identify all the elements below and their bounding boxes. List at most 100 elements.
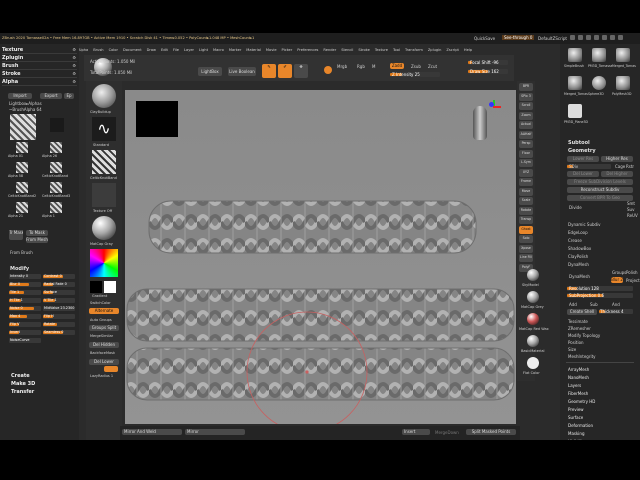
mirror-button[interactable]: Mirror	[185, 429, 245, 435]
modify-slider[interactable]: Surface	[43, 290, 75, 295]
menu-item[interactable]: Document	[123, 48, 142, 54]
geometry-item[interactable]: Dynamic Subdiv	[568, 222, 601, 230]
tool-thumb[interactable]: PM3D_Plane3D	[564, 102, 588, 128]
modify-slider[interactable]: Blur 0	[9, 282, 41, 287]
matcap-red-wax-icon[interactable]	[527, 313, 539, 325]
menu-item[interactable]: Movie	[266, 48, 277, 54]
modify-slider[interactable]: Contrast 0	[43, 274, 75, 279]
flat-color-icon[interactable]	[527, 357, 539, 369]
mrgb-label[interactable]: Mrgb	[337, 64, 347, 69]
geometry-list-item[interactable]: Tessimate	[568, 319, 600, 326]
lightbox-alphas[interactable]: Lightbox▸Alphas	[9, 101, 42, 106]
geometry-header[interactable]: Geometry	[568, 148, 596, 154]
tray-group[interactable]: Brush ⚙	[2, 62, 77, 70]
shelf-button[interactable]: Move	[519, 187, 533, 196]
subpalette-item[interactable]: ArrayMesh	[568, 367, 595, 375]
geometry-item[interactable]: Crease	[568, 238, 601, 246]
create-item[interactable]: Transfer	[11, 389, 35, 397]
icon-4[interactable]	[594, 35, 599, 40]
tool-thumb[interactable]: Merged_Tornasse1	[564, 74, 588, 100]
modify-slider[interactable]: NoiseCurve	[9, 338, 41, 343]
split-masked-button[interactable]: Split Masked Points	[466, 429, 516, 435]
subpalette-item[interactable]: Masking	[568, 431, 595, 439]
menu-item[interactable]: File	[173, 48, 179, 54]
modify-slider[interactable]: H Tile 1	[9, 298, 41, 303]
icon-5[interactable]	[602, 35, 607, 40]
geometry-list-item[interactable]: Modify Topology	[568, 333, 600, 340]
backface-mask[interactable]: BackfaceMask	[90, 351, 115, 356]
menu-item[interactable]: Stencil	[341, 48, 353, 54]
quicksave-button[interactable]: QuickSave	[474, 36, 495, 41]
basic-material-icon[interactable]	[527, 335, 539, 347]
dynamesh-button[interactable]: DynaMesh	[569, 274, 590, 279]
see-through-slider[interactable]: See-through 0	[502, 35, 535, 40]
alpha-thumb[interactable]: CelticKnotBand2	[8, 182, 38, 200]
shelf-button[interactable]: XYZ	[519, 168, 533, 177]
texture-off-icon[interactable]	[92, 183, 116, 207]
export-button[interactable]: Export	[40, 93, 62, 99]
shelf-button[interactable]: Solo	[519, 235, 533, 243]
insert-button[interactable]: Insert	[402, 429, 430, 435]
shelf-button[interactable]: Zoom	[519, 111, 533, 120]
menu-item[interactable]: Preferences	[297, 48, 318, 54]
shelf-button[interactable]: Ghost	[519, 225, 533, 234]
shelf-button[interactable]: SPix 3	[519, 92, 533, 101]
switch-color[interactable]: SwitchColor	[90, 301, 111, 306]
move-button[interactable]: ✥	[294, 64, 308, 78]
from-brush-button[interactable]: From Brush	[10, 250, 33, 255]
matcap-grey-icon[interactable]	[527, 291, 539, 303]
zadd-toggle[interactable]: Zadd	[390, 63, 404, 69]
del-lower-button[interactable]: Del Lower	[89, 359, 119, 365]
alpha-thumb[interactable]: Alpha 26	[42, 142, 72, 160]
document-canvas[interactable]	[125, 90, 516, 424]
menu-item[interactable]: Stroke	[358, 48, 369, 54]
alpha-thumb[interactable]: Alpha 58	[8, 162, 38, 180]
clay-buildup-brush-icon[interactable]	[92, 84, 116, 108]
subpalette-item[interactable]: FiberMesh	[568, 391, 595, 399]
alpha-thumb-main[interactable]	[10, 114, 36, 140]
shelf-button[interactable]: Actual	[519, 121, 533, 129]
menu-item[interactable]: Zplugin	[428, 48, 442, 54]
shelf-button[interactable]: BPR	[519, 83, 533, 91]
groups-split-button[interactable]: Groups Split	[89, 325, 119, 331]
cage-button[interactable]: Cage	[615, 164, 625, 169]
convert-bpr-button[interactable]: Convert BPR To Geo	[567, 195, 633, 201]
tr-mask-button[interactable]: Tr Mask	[9, 230, 23, 240]
menu-item[interactable]: Edit	[161, 48, 168, 54]
modify-slider[interactable]: V Tile 1	[43, 298, 75, 303]
subpalette-item[interactable]: Visibility	[568, 439, 595, 440]
color-picker-icon[interactable]	[90, 249, 118, 277]
shelf-button[interactable]: AAHalf	[519, 130, 533, 139]
modify-slider[interactable]: MidValue 23.2300	[43, 306, 75, 311]
subpalette-item[interactable]: Geometry HD	[568, 399, 595, 407]
modify-slider[interactable]: Flip V	[9, 322, 41, 327]
reconstruct-subdiv-button[interactable]: Reconstruct Subdiv	[567, 187, 633, 193]
del-lower-button-r[interactable]: Del Lower	[567, 171, 599, 177]
merge-similar[interactable]: MergeSimilar	[90, 334, 113, 339]
menu-item[interactable]: Texture	[375, 48, 388, 54]
gradient-black[interactable]	[90, 281, 102, 293]
default-zscript[interactable]: DefaultZScript	[538, 36, 567, 41]
mirror-and-weld-button[interactable]: Mirror And Weld	[122, 429, 182, 435]
tray-group[interactable]: Alpha ⚙	[2, 78, 77, 86]
tool-thumb[interactable]: PolyMesh3D	[612, 74, 634, 100]
zsub-toggle[interactable]: Zsub	[411, 64, 421, 69]
shelf-button[interactable]: Rotate	[519, 206, 533, 215]
higher-res-button[interactable]: Higher Res	[601, 156, 633, 162]
menu-item[interactable]: Alpha	[78, 48, 88, 54]
icon-6[interactable]	[610, 35, 615, 40]
modify-slider[interactable]: Tile 1	[9, 290, 41, 295]
icon-7[interactable]	[618, 35, 623, 40]
tray-group[interactable]: Texture ⚙	[2, 46, 77, 54]
from-mesh-button[interactable]: From Mesh	[26, 237, 48, 243]
menu-item[interactable]: Tool	[393, 48, 400, 54]
tray-group[interactable]: Zplugin ⚙	[2, 54, 77, 62]
shelf-button[interactable]: Scale	[519, 197, 533, 205]
modify-slider[interactable]: Intensity 0	[9, 274, 41, 279]
modify-slider[interactable]: Seamless 0	[43, 330, 75, 335]
alpha-thumb[interactable]: Alpha 1	[42, 202, 72, 220]
ep-button[interactable]: Ep	[64, 93, 74, 99]
live-boolean-button[interactable]: Live Boolean	[228, 67, 256, 76]
alternate-button[interactable]: Alternate	[89, 308, 119, 314]
modify-slider[interactable]: Noise 0	[9, 306, 41, 311]
